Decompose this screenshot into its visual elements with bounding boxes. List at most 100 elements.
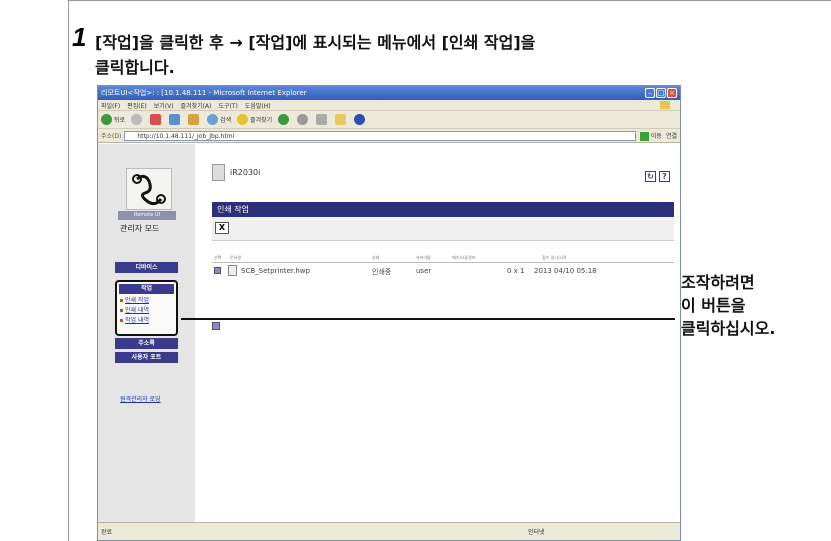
bluetooth-button[interactable] <box>354 114 367 125</box>
menu-view[interactable]: 보기(V) <box>154 101 174 110</box>
folder-icon <box>335 114 347 125</box>
delete-button[interactable]: X <box>215 222 229 234</box>
search-button[interactable]: 검색 <box>207 114 231 125</box>
instruction-line-2: 클릭합니다. <box>95 58 175 77</box>
home-button[interactable] <box>188 114 201 125</box>
col-document: 문서명 <box>230 255 242 260</box>
step-number: 1 <box>72 22 87 52</box>
menu-tools[interactable]: 도구(T) <box>218 101 237 110</box>
url-input[interactable]: http://10.1.48.111/_Job_Jbp.html <box>124 130 636 141</box>
job-button[interactable]: 작업 <box>119 284 174 294</box>
address-bar: 주소(D) http://10.1.48.111/_Job_Jbp.html 이… <box>98 129 680 143</box>
menu-help[interactable]: 도움말(H) <box>245 101 271 110</box>
browser-window: 리모트UI<작업>: : [10.1.48.111 - Microsoft In… <box>97 85 681 541</box>
windows-flag-icon <box>660 101 670 109</box>
print-icon <box>316 114 328 125</box>
remote-ui-logo <box>126 168 172 210</box>
select-all-icon[interactable] <box>212 322 220 330</box>
addressbook-button[interactable]: 주소록 <box>115 338 178 349</box>
go-button[interactable]: 이동 <box>639 131 662 141</box>
status-bar: 완료 인터넷 <box>98 522 680 540</box>
instruction-line-1: [작업]을 클릭한 후 → [작업]에 표시되는 메뉴에서 [인쇄 작업]을 <box>95 33 536 52</box>
minimize-icon[interactable]: – <box>645 88 655 98</box>
stop-button[interactable] <box>150 114 163 125</box>
device-header: iR2030i <box>212 164 260 181</box>
col-status: 상태 <box>372 255 380 260</box>
favorites-button[interactable]: 즐겨찾기 <box>237 114 272 125</box>
address-label: 주소(D) <box>101 133 122 140</box>
bluetooth-icon <box>354 114 366 125</box>
col-copies: 매수/오류정보 <box>452 255 476 260</box>
callout-pointer-line <box>181 318 675 320</box>
menu-favorites[interactable]: 즐겨찾기(A) <box>181 101 212 110</box>
device-button[interactable]: 디바이스 <box>115 262 178 273</box>
col-user: 유저이름 <box>416 255 431 260</box>
callout-line-1: 조작하려면 <box>681 273 755 292</box>
mail-icon <box>297 114 309 125</box>
go-arrow-icon <box>639 131 649 141</box>
print-button[interactable] <box>316 114 329 125</box>
col-time: 접수 일시/시작 <box>542 255 567 260</box>
folder-button[interactable] <box>335 114 348 125</box>
bullet-icon <box>120 319 123 322</box>
callout-text: 조작하려면 이 버튼을 클릭하십시오. <box>681 271 775 340</box>
home-icon <box>188 114 200 125</box>
manager-mode-label: 관리자 모드 <box>120 224 160 233</box>
refresh-page-icon[interactable]: ↻ <box>645 171 656 182</box>
back-button[interactable]: 뒤로 <box>101 114 125 125</box>
window-title: 리모트UI<작업>: : [10.1.48.111 - Microsoft In… <box>101 89 307 97</box>
file-icon <box>228 265 237 276</box>
menu-bar: 파일(F) 편집(E) 보기(V) 즐겨찾기(A) 도구(T) 도움말(H) <box>98 100 680 111</box>
star-icon <box>237 114 249 125</box>
mail-button[interactable] <box>297 114 310 125</box>
refresh-icon <box>169 114 181 125</box>
logo-caption: Remote UI <box>118 211 176 220</box>
title-bar: 리모트UI<작업>: : [10.1.48.111 - Microsoft In… <box>98 86 680 100</box>
status-zone: 인터넷 <box>528 529 545 536</box>
page-content: Remote UI 관리자 모드 디바이스 작업 인쇄 작업 인쇄 내역 작업 … <box>98 144 680 524</box>
status-done: 완료 <box>101 529 113 536</box>
table-row[interactable]: SCB_Setprinter.hwp 인쇄중 user 0 x 1 2013 0… <box>212 264 674 278</box>
search-icon <box>207 114 219 125</box>
printer-icon <box>212 164 225 181</box>
panel-toolbar: X <box>212 217 674 241</box>
callout-line-2: 이 버튼을 <box>681 296 746 315</box>
job-filename: SCB_Setprinter.hwp <box>241 267 310 275</box>
job-history-link[interactable]: 작업 내역 <box>120 316 176 326</box>
forward-button[interactable] <box>131 114 144 125</box>
user-portal-button[interactable]: 사용자 포트 <box>115 352 178 363</box>
menu-edit[interactable]: 편집(E) <box>127 101 147 110</box>
top-icons: ↻ ? <box>642 171 670 182</box>
job-table-header: 선택 문서명 상태 유저이름 매수/오류정보 접수 일시/시작 <box>212 254 674 263</box>
sidebar: Remote UI 관리자 모드 디바이스 작업 인쇄 작업 인쇄 내역 작업 … <box>98 144 195 524</box>
close-icon[interactable]: × <box>667 88 677 98</box>
stop-icon <box>150 114 162 125</box>
forward-arrow-icon <box>131 114 143 125</box>
device-name: iR2030i <box>230 168 261 177</box>
refresh-button[interactable] <box>169 114 182 125</box>
bullet-icon <box>120 299 123 302</box>
bullet-icon <box>120 309 123 312</box>
print-history-link[interactable]: 인쇄 내역 <box>120 306 176 316</box>
job-time: 2013 04/10 05:18 <box>534 267 597 275</box>
job-copies: 0 x 1 <box>507 267 525 275</box>
history-button[interactable] <box>278 114 291 125</box>
main-panel: iR2030i ↻ ? 인쇄 작업 X 선택 문서명 상태 유저이름 매수/오류… <box>195 144 680 524</box>
job-user: user <box>416 267 432 275</box>
row-checkbox[interactable] <box>214 267 221 274</box>
back-arrow-icon <box>101 114 112 125</box>
job-status: 인쇄중 <box>372 268 392 276</box>
remote-manager-link[interactable]: 원격관리자 로딩 <box>120 394 161 403</box>
callout-line-3: 클릭하십시오. <box>681 319 776 338</box>
job-menu-highlight: 작업 인쇄 작업 인쇄 내역 작업 내역 <box>115 280 178 336</box>
help-icon[interactable]: ? <box>659 171 670 182</box>
links-label[interactable]: 연결 <box>666 131 677 140</box>
panel-title: 인쇄 작업 <box>212 202 674 217</box>
history-icon <box>278 114 290 125</box>
menu-file[interactable]: 파일(F) <box>101 101 120 110</box>
maximize-icon[interactable]: □ <box>656 88 666 98</box>
col-select: 선택 <box>214 255 222 260</box>
toolbar: 뒤로 검색 즐겨찾기 <box>98 111 680 129</box>
print-job-link[interactable]: 인쇄 작업 <box>120 296 176 306</box>
step-instruction: [작업]을 클릭한 후 → [작업]에 표시되는 메뉴에서 [인쇄 작업]을 클… <box>95 30 535 80</box>
